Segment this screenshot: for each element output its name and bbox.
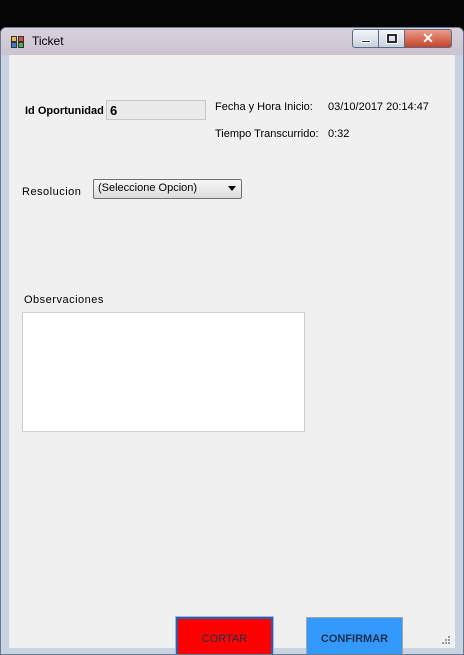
fecha-inicio-value: 03/10/2017 20:14:47 — [328, 101, 429, 113]
title-bar[interactable]: Ticket ✕ — [1, 28, 463, 55]
window-title: Ticket — [32, 34, 64, 48]
resize-grip[interactable] — [442, 636, 451, 645]
maximize-button[interactable] — [378, 29, 405, 48]
resolucion-label: Resolucion — [22, 186, 82, 198]
resolucion-selected-value: (Seleccione Opcion) — [98, 182, 198, 194]
desktop-background-strip — [0, 0, 464, 27]
minimize-icon — [361, 40, 371, 43]
ticket-window: Ticket ✕ Id Oportunidad 6 Fecha y Hora I… — [0, 27, 464, 655]
cortar-button[interactable]: CORTAR — [175, 616, 274, 654]
minimize-button[interactable] — [352, 29, 379, 48]
tiempo-transcurrido-label: Tiempo Transcurrido: — [215, 128, 319, 140]
chevron-down-icon — [228, 186, 236, 191]
id-oportunidad-field: 6 — [106, 100, 206, 120]
close-icon: ✕ — [422, 30, 434, 46]
app-icon — [11, 36, 25, 48]
maximize-icon — [386, 33, 398, 44]
confirmar-button[interactable]: CONFIRMAR — [306, 617, 403, 654]
close-button[interactable]: ✕ — [404, 29, 452, 48]
observaciones-label: Observaciones — [24, 294, 104, 306]
form-client-area: Id Oportunidad 6 Fecha y Hora Inicio: 03… — [9, 55, 455, 654]
resolucion-select[interactable]: (Seleccione Opcion) — [93, 179, 242, 199]
tiempo-transcurrido-value: 0:32 — [328, 128, 350, 140]
id-oportunidad-label: Id Oportunidad — [25, 105, 104, 117]
fecha-inicio-label: Fecha y Hora Inicio: — [215, 101, 313, 113]
observaciones-textarea[interactable] — [22, 312, 305, 432]
